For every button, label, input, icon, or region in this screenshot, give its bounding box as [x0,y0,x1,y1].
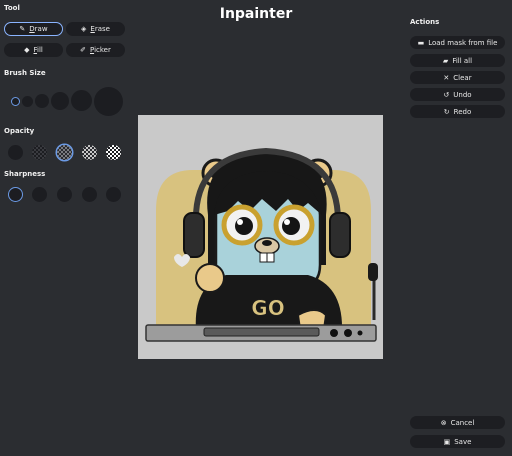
load-mask-button[interactable]: ▬ Load mask from file [410,36,505,49]
redo-button[interactable]: ↻ Redo [410,105,505,118]
sharpness-option[interactable] [57,187,72,202]
brush-size-option[interactable] [11,97,20,106]
opacity-option[interactable] [32,145,47,160]
sharpness-label: Sharpness [4,170,46,178]
floppy-disk-icon: ▣ [443,437,451,446]
opacity-option[interactable] [8,145,23,160]
opacity-label: Opacity [4,127,35,135]
sharpness-option[interactable] [82,187,97,202]
svg-text:GO: GO [251,296,284,320]
brush-size-option[interactable] [22,96,33,107]
save-button[interactable]: ▣ Save [410,435,505,448]
cancel-button[interactable]: ⊗ Cancel [410,416,505,429]
folder-icon: ▬ [417,38,425,47]
pencil-icon: ✎ [19,25,26,33]
paint-roller-icon: ▰ [442,56,449,65]
undo-icon: ↺ [443,90,450,99]
clear-button[interactable]: ✕ Clear [410,71,505,84]
picker-button[interactable]: ✐ Picker [66,43,125,57]
opacity-option[interactable] [57,145,72,160]
opacity-option[interactable] [82,145,97,160]
erase-button[interactable]: ◈ Erase [66,22,125,36]
brush-size-option[interactable] [94,87,123,116]
close-icon: ✕ [443,73,450,82]
actions-label: Actions [410,18,440,26]
draw-button[interactable]: ✎ Draw [4,22,63,36]
tool-label: Tool [4,4,20,12]
redo-icon: ↻ [443,107,450,116]
gopher-mascot-image: GO [145,147,378,342]
eyedropper-icon: ✐ [80,46,86,54]
sharpness-option[interactable] [8,187,23,202]
sharpness-option[interactable] [106,187,121,202]
paint-bucket-icon: ◆ [24,46,30,54]
undo-button[interactable]: ↺ Undo [410,88,505,101]
cancel-circle-icon: ⊗ [440,418,447,427]
fill-all-button[interactable]: ▰ Fill all [410,54,505,67]
brush-size-label: Brush Size [4,69,46,77]
brush-size-option[interactable] [71,90,92,111]
opacity-option[interactable] [106,145,121,160]
inpaint-canvas[interactable]: GO [138,115,383,359]
fill-button[interactable]: ◆ Fill [4,43,63,57]
brush-size-option[interactable] [51,92,69,110]
sharpness-option[interactable] [32,187,47,202]
eraser-icon: ◈ [81,25,87,33]
brush-size-option[interactable] [35,94,49,108]
